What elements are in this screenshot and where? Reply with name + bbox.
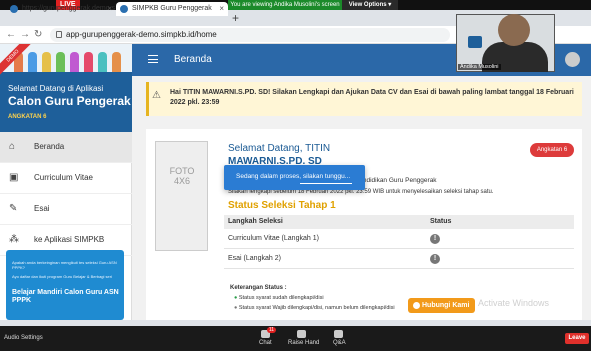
table-row[interactable]: Esai (Langkah 2) ! [224,249,574,269]
participant-name: Andika Musolini [458,64,501,70]
tab-close-icon[interactable]: × [107,2,112,16]
legend-text: Status syarat sudah dilengkapi/disi [238,295,324,301]
raise-hand-button[interactable]: Raise Hand [288,340,319,346]
sidebar-header: DEMO Selamat Datang di Aplikasi Calon Gu… [0,44,132,132]
forward-icon[interactable]: → [20,29,30,41]
reload-icon[interactable]: ↻ [34,29,42,41]
sidebar-item-esai[interactable]: ✎ Esai [0,194,132,225]
sidebar-item-label: Esai [34,204,50,213]
view-options-button[interactable]: View Options ▾ [342,0,398,10]
legend-item: ● Status syarat Wajib dilengkapi/disi, n… [234,305,395,311]
tab-close-icon[interactable]: × [219,2,224,16]
page-title: Beranda [174,54,212,65]
zoom-controls-bar: Audio Settings Chat Raise Hand Q&A [0,326,591,351]
lock-icon [56,31,62,38]
new-tab-icon[interactable]: + [232,10,239,26]
welcome-heading: Selamat Datang, TITIN [228,143,331,154]
step-label: Curriculum Vitae (Langkah 1) [228,235,319,242]
cv-icon: ▣ [9,172,19,183]
sidebar-item-curriculum-vitae[interactable]: ▣ Curriculum Vitae [0,163,132,194]
raise-hand-icon[interactable] [297,330,306,338]
photo-label: FOTO 4X6 [169,166,195,186]
step-label: Esai (Langkah 2) [228,255,281,262]
banner-text: Ayo daftar dan ikuti program Guru Belaja… [12,274,112,279]
tab-favicon-icon [10,5,18,13]
browser-tab-1[interactable]: https://gurupenggerak.demo.s × [6,2,116,16]
chat-icon [413,302,420,309]
edit-icon: ✎ [9,203,18,214]
banner-text: Apakah anda berkeinginan mengikuti tes s… [12,260,117,270]
app-title: Calon Guru Pengerak [8,94,131,108]
audio-settings-button[interactable]: Audio Settings [4,335,43,341]
url-input[interactable]: app-gurupenggerak-demo.simpkb.id/home [50,28,450,42]
sidebar: DEMO Selamat Datang di Aplikasi Calon Gu… [0,44,132,320]
avatar[interactable] [565,52,580,67]
warning-icon: ! [430,254,440,264]
legend-title: Keterangan Status : [230,285,287,291]
sidebar-item-label: Beranda [34,142,65,151]
table-row[interactable]: Curriculum Vitae (Langkah 1) ! [224,229,574,249]
loading-progress [300,183,352,184]
angkatan-badge: Angkatan 6 [530,143,574,157]
menu-icon[interactable] [148,55,158,63]
photo-placeholder [155,141,208,251]
angkatan-label: ANGKATAN 6 [8,114,47,120]
column-header: Langkah Seleksi [228,218,283,225]
viewing-banner: You are viewing Andika Musolini's screen [228,0,342,10]
promo-banner[interactable]: Apakah anda berkeinginan mengikuti tes s… [6,250,124,320]
alert-text: Hai TITIN MAWARNI.S.PD. SD! Silakan Leng… [170,89,574,106]
sidebar-welcome: Selamat Datang di Aplikasi [8,84,104,93]
qa-button[interactable]: Q&A [333,340,346,346]
column-header: Status [430,218,452,225]
back-icon[interactable]: ← [6,29,16,41]
section-title: Status Seleksi Tahap 1 [228,200,336,211]
tab-favicon-icon [120,5,128,13]
table-header: Langkah Seleksi Status [224,215,574,229]
legend-text: Status syarat Wajib dilengkapi/disi, nam… [238,305,395,311]
sidebar-item-label: Curriculum Vitae [34,173,93,182]
qa-icon[interactable] [334,330,343,338]
tab-label: SIMPKB Guru Penggerak [132,5,212,12]
apps-icon: ⁂ [9,234,19,245]
sidebar-item-label: ke Aplikasi SIMPKB [34,235,105,244]
participant-face [498,14,530,46]
loading-text: Sedang dalam proses, silakan tunggu... [236,173,351,180]
home-icon: ⌂ [9,141,16,152]
alert-icon: ⚠ [152,90,161,101]
organization-logo [468,36,482,48]
chat-button[interactable]: Chat [259,340,272,346]
chat-count-badge: 11 [267,327,276,333]
warning-icon: ! [430,234,440,244]
sidebar-item-beranda[interactable]: ⌂ Beranda [0,132,132,163]
leave-button[interactable]: Leave [565,333,589,344]
activate-windows-watermark: Activate Windows [478,298,550,308]
browser-tab-2[interactable]: SIMPKB Guru Penggerak × [116,2,228,16]
banner-title: Belajar Mandiri Calon Guru ASN PPPK [12,289,119,304]
legend-item: ● Status syarat sudah dilengkapi/disi [234,295,324,301]
tab-label: https://gurupenggerak.demo.s [22,5,116,12]
